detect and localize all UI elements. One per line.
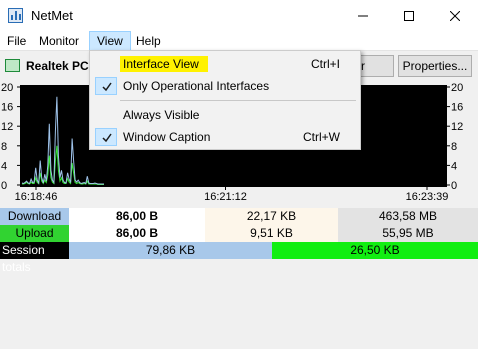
y-tick-right: 0 xyxy=(451,180,457,192)
title-bar[interactable]: NetMet xyxy=(0,0,478,31)
netmet-app-icon xyxy=(8,8,23,23)
download-rate: 86,00 B xyxy=(69,208,205,225)
y-tick-left: 0 xyxy=(1,180,7,192)
menu-item-always-visible[interactable]: Always Visible xyxy=(92,104,358,126)
y-tick-right: 20 xyxy=(451,83,463,94)
window-caption-shortcut: Ctrl+W xyxy=(303,130,340,144)
x-tick-label: 16:18:46 xyxy=(15,191,58,203)
view-menu-dropdown: Interface View Ctrl+I Only Operational I… xyxy=(89,50,361,150)
upload-label: Upload xyxy=(0,225,69,242)
y-tick-right: 8 xyxy=(451,141,457,153)
menu-view[interactable]: View xyxy=(89,31,131,51)
menu-item-only-operational[interactable]: Only Operational Interfaces xyxy=(92,75,358,97)
menu-bar: File Monitor View Help xyxy=(0,31,478,51)
menu-item-window-caption[interactable]: Window Caption Ctrl+W xyxy=(92,126,358,148)
menu-help[interactable]: Help xyxy=(129,31,168,51)
y-tick-right: 16 xyxy=(451,102,463,114)
y-tick-left: 20 xyxy=(1,83,13,94)
y-tick-left: 4 xyxy=(1,160,7,172)
close-icon xyxy=(450,10,460,21)
properties-button[interactable]: Properties... xyxy=(398,55,472,77)
download-label: Download xyxy=(0,208,69,225)
y-tick-right: 4 xyxy=(451,160,457,172)
network-interface-icon xyxy=(5,59,20,72)
window-caption-label: Window Caption xyxy=(123,130,211,144)
session-row: Session totals 79,86 KB 26,50 KB xyxy=(0,242,478,274)
checkmark-icon xyxy=(95,77,117,95)
menu-monitor[interactable]: Monitor xyxy=(32,31,86,51)
interface-view-shortcut: Ctrl+I xyxy=(311,57,341,71)
close-button[interactable] xyxy=(432,0,478,31)
y-tick-left: 12 xyxy=(1,121,13,133)
upload-row: Upload 86,00 B 9,51 KB 55,95 MB xyxy=(0,225,478,242)
only-operational-label: Only Operational Interfaces xyxy=(123,79,270,93)
always-visible-label: Always Visible xyxy=(123,108,200,122)
x-tick-label: 16:21:12 xyxy=(204,191,247,203)
menu-file[interactable]: File xyxy=(0,31,33,51)
download-total: 463,58 MB xyxy=(338,208,478,225)
download-row: Download 86,00 B 22,17 KB 463,58 MB xyxy=(0,208,478,225)
session-label: Session totals xyxy=(0,242,69,274)
session-download: 79,86 KB xyxy=(69,242,272,259)
download-mid: 22,17 KB xyxy=(205,208,338,225)
interface-name: Realtek PC xyxy=(26,59,89,73)
interface-select[interactable]: r xyxy=(356,55,394,77)
menu-separator xyxy=(120,100,356,101)
upload-rate: 86,00 B xyxy=(69,225,205,242)
interface-view-label: Interface View xyxy=(123,57,199,71)
x-tick-label: 16:23:39 xyxy=(406,191,449,203)
maximize-button[interactable] xyxy=(386,0,432,31)
upload-total: 55,95 MB xyxy=(338,225,478,242)
session-upload: 26,50 KB xyxy=(272,242,478,259)
y-tick-right: 12 xyxy=(451,121,463,133)
checkmark-icon xyxy=(95,128,117,146)
window-title: NetMet xyxy=(31,8,73,23)
maximize-icon xyxy=(404,10,414,21)
minimize-button[interactable] xyxy=(340,0,386,31)
minimize-icon xyxy=(358,15,368,16)
y-tick-left: 16 xyxy=(1,102,13,114)
menu-item-interface-view[interactable]: Interface View Ctrl+I xyxy=(92,53,358,75)
y-tick-left: 8 xyxy=(1,141,7,153)
upload-mid: 9,51 KB xyxy=(205,225,338,242)
